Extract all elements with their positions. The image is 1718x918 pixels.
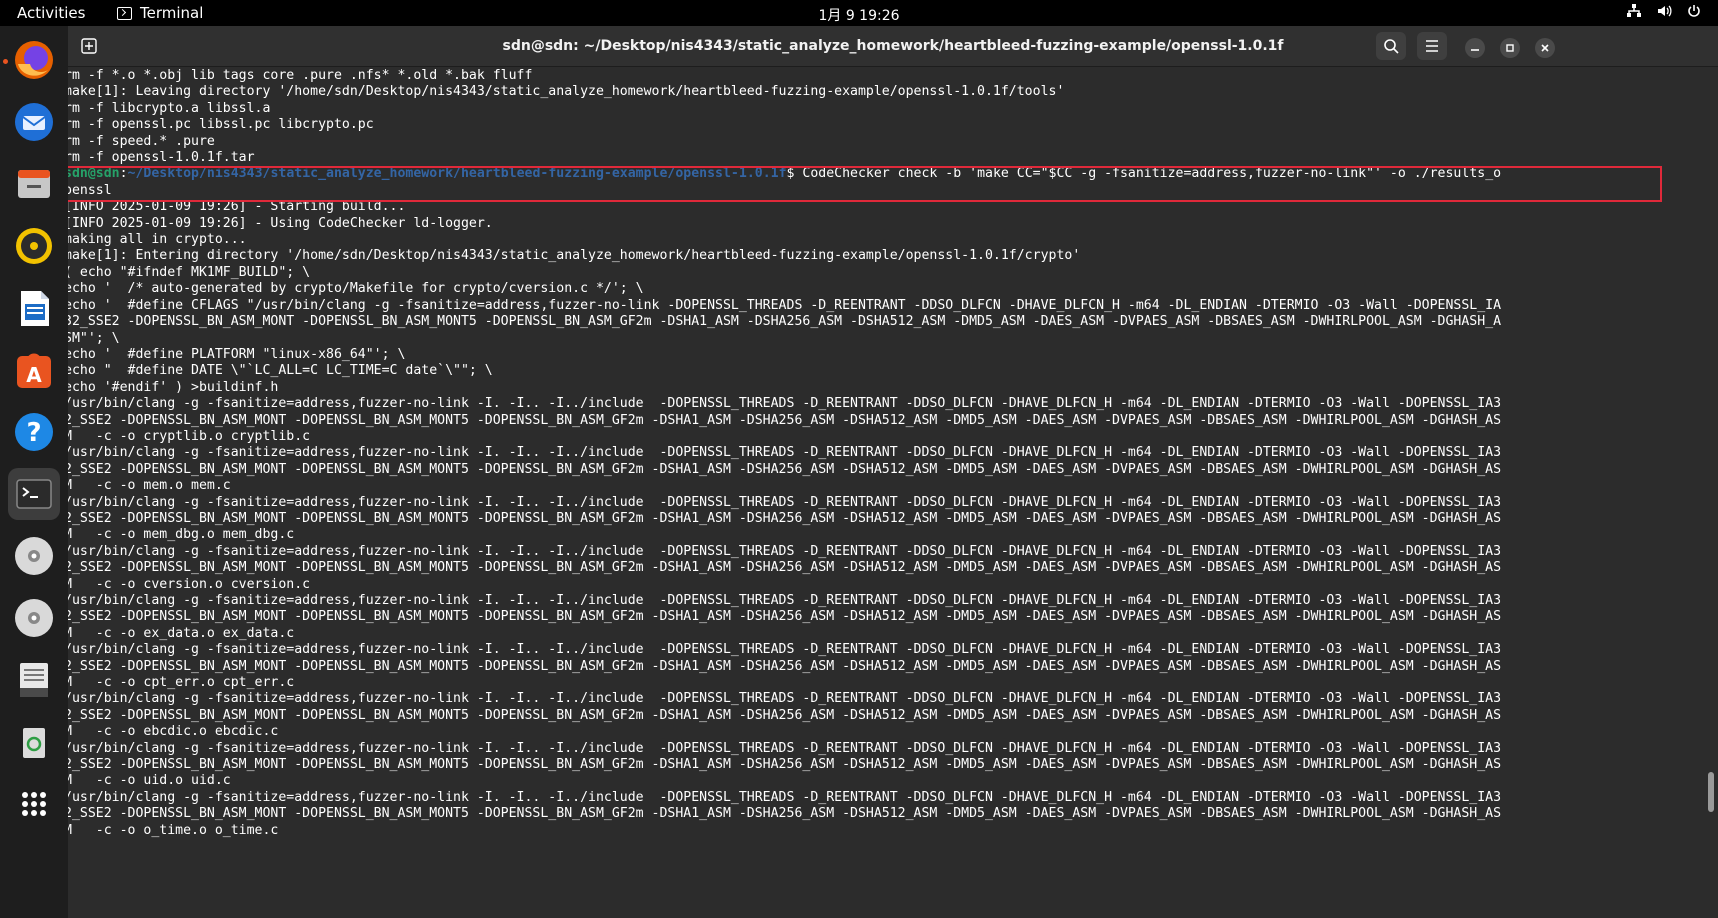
terminal-line: 2_SSE2 -DOPENSSL_BN_ASM_MONT -DOPENSSL_B… bbox=[68, 609, 1502, 625]
terminal-line: make[1]: Leaving directory '/home/sdn/De… bbox=[68, 84, 1065, 100]
terminal-line: /usr/bin/clang -g -fsanitize=address,fuz… bbox=[68, 543, 1502, 559]
terminal-line: echo " #define DATE \"`LC_ALL=C LC_TIME=… bbox=[68, 363, 493, 379]
text-editor-icon[interactable] bbox=[8, 654, 60, 706]
terminal-line: M -c -o uid.o uid.c bbox=[68, 773, 231, 789]
svg-text:A: A bbox=[26, 363, 42, 387]
help-icon[interactable]: ? bbox=[8, 406, 60, 458]
terminal-line: making all in crypto... bbox=[68, 232, 247, 248]
terminal-line: [INFO 2025-01-09 19:26] - Using CodeChec… bbox=[68, 215, 493, 231]
terminal-line: /usr/bin/clang -g -fsanitize=address,fuz… bbox=[68, 494, 1502, 510]
terminal-line: 2_SSE2 -DOPENSSL_BN_ASM_MONT -DOPENSSL_B… bbox=[68, 461, 1502, 477]
terminal-line: echo '#endif' ) >buildinf.h bbox=[68, 379, 279, 395]
terminal-line: M -c -o cpt_err.o cpt_err.c bbox=[68, 675, 295, 691]
terminal-line: 2_SSE2 -DOPENSSL_BN_ASM_MONT -DOPENSSL_B… bbox=[68, 412, 1502, 428]
terminal-line: M -c -o ex_data.o ex_data.c bbox=[68, 625, 295, 641]
terminal-line: ( echo "#ifndef MK1MF_BUILD"; \ bbox=[68, 264, 311, 280]
terminal-line: /usr/bin/clang -g -fsanitize=address,fuz… bbox=[68, 691, 1502, 707]
maximize-button[interactable] bbox=[1500, 38, 1520, 58]
terminal-line: 2_SSE2 -DOPENSSL_BN_ASM_MONT -DOPENSSL_B… bbox=[68, 806, 1502, 822]
rhythmbox-icon[interactable] bbox=[8, 220, 60, 272]
app-center-icon[interactable]: A bbox=[8, 344, 60, 396]
thunderbird-icon[interactable] bbox=[8, 96, 60, 148]
terminal-line: echo ' #define PLATFORM "linux-x86_64"';… bbox=[68, 346, 406, 362]
terminal-line: rm -f openssl-1.0.1f.tar bbox=[68, 150, 255, 166]
terminal-line: /usr/bin/clang -g -fsanitize=address,fuz… bbox=[68, 445, 1502, 461]
libreoffice-writer-icon[interactable] bbox=[8, 282, 60, 334]
terminal-line: 2_SSE2 -DOPENSSL_BN_ASM_MONT -DOPENSSL_B… bbox=[68, 658, 1502, 674]
firefox-icon[interactable] bbox=[8, 34, 60, 86]
terminal-line: 2_SSE2 -DOPENSSL_BN_ASM_MONT -DOPENSSL_B… bbox=[68, 510, 1502, 526]
disc-icon[interactable] bbox=[8, 530, 60, 582]
terminal-line: echo ' /* auto-generated by crypto/Makef… bbox=[68, 281, 644, 297]
terminal-line: echo ' #define CFLAGS "/usr/bin/clang -g… bbox=[68, 297, 1502, 313]
terminal-line: M -c -o cversion.o cversion.c bbox=[68, 576, 311, 592]
terminal-line: /usr/bin/clang -g -fsanitize=address,fuz… bbox=[68, 740, 1502, 756]
terminal-window: sdn@sdn: ~/Desktop/nis4343/static_analyz… bbox=[68, 26, 1718, 918]
terminal-output[interactable]: rm -f *.o *.obj lib tags core .pure .nfs… bbox=[68, 67, 1718, 918]
terminal-line: rm -f libcrypto.a libssl.a bbox=[68, 100, 271, 116]
terminal-icon[interactable] bbox=[8, 468, 60, 520]
close-button[interactable] bbox=[1535, 38, 1555, 58]
svg-text:?: ? bbox=[26, 418, 41, 448]
terminal-line: 2_SSE2 -DOPENSSL_BN_ASM_MONT -DOPENSSL_B… bbox=[68, 707, 1502, 723]
terminal-line: /usr/bin/clang -g -fsanitize=address,fuz… bbox=[68, 789, 1502, 805]
terminal-line: /usr/bin/clang -g -fsanitize=address,fuz… bbox=[68, 642, 1502, 658]
terminal-line: rm -f *.o *.obj lib tags core .pure .nfs… bbox=[68, 68, 533, 83]
terminal-line: rm -f speed.* .pure bbox=[68, 133, 215, 149]
terminal-app-icon bbox=[117, 6, 132, 20]
system-status-area[interactable] bbox=[1626, 3, 1702, 23]
output-after: [INFO 2025-01-09 19:26] - Starting build… bbox=[68, 199, 1501, 837]
output-before: rm -f *.o *.obj lib tags core .pure .nfs… bbox=[68, 68, 1064, 165]
menu-button[interactable] bbox=[1417, 32, 1447, 60]
terminal-line: /usr/bin/clang -g -fsanitize=address,fuz… bbox=[68, 396, 1502, 412]
trash-icon[interactable] bbox=[8, 716, 60, 768]
terminal-line: rm -f openssl.pc libssl.pc libcrypto.pc bbox=[68, 117, 374, 133]
terminal-line: 32_SSE2 -DOPENSSL_BN_ASM_MONT -DOPENSSL_… bbox=[68, 314, 1502, 330]
terminal-line: 2_SSE2 -DOPENSSL_BN_ASM_MONT -DOPENSSL_B… bbox=[68, 757, 1502, 773]
files-icon[interactable] bbox=[8, 158, 60, 210]
terminal-line: M -c -o mem.o mem.c bbox=[68, 478, 231, 494]
dock: A ? bbox=[0, 26, 68, 918]
terminal-line: M -c -o mem_dbg.o mem_dbg.c bbox=[68, 527, 295, 543]
search-button[interactable] bbox=[1376, 32, 1406, 60]
disc-icon[interactable] bbox=[8, 592, 60, 644]
terminal-line: 2_SSE2 -DOPENSSL_BN_ASM_MONT -DOPENSSL_B… bbox=[68, 560, 1502, 576]
title-bar[interactable]: sdn@sdn: ~/Desktop/nis4343/static_analyz… bbox=[68, 26, 1718, 67]
volume-icon bbox=[1656, 3, 1672, 23]
terminal-line: make[1]: Entering directory '/home/sdn/D… bbox=[68, 248, 1081, 264]
terminal-line: M -c -o cryptlib.o cryptlib.c bbox=[68, 428, 311, 444]
power-icon bbox=[1686, 3, 1702, 23]
activities-button[interactable]: Activities bbox=[17, 4, 85, 22]
highlight-box bbox=[68, 166, 1662, 202]
scrollbar[interactable] bbox=[1708, 772, 1714, 812]
show-apps-icon[interactable] bbox=[8, 778, 60, 830]
terminal-line: M -c -o ebcdic.o ebcdic.c bbox=[68, 724, 279, 740]
terminal-line: M -c -o o_time.o o_time.c bbox=[68, 822, 279, 838]
app-menu[interactable]: Terminal bbox=[117, 4, 203, 22]
app-name: Terminal bbox=[140, 4, 204, 22]
terminal-line: SM"'; \ bbox=[68, 330, 120, 346]
terminal-line: /usr/bin/clang -g -fsanitize=address,fuz… bbox=[68, 593, 1502, 608]
minimize-button[interactable] bbox=[1465, 38, 1485, 58]
network-icon bbox=[1626, 3, 1642, 23]
clock[interactable]: 1月 9 19:26 bbox=[0, 5, 1718, 25]
top-bar: Activities Terminal 1月 9 19:26 bbox=[0, 0, 1718, 26]
